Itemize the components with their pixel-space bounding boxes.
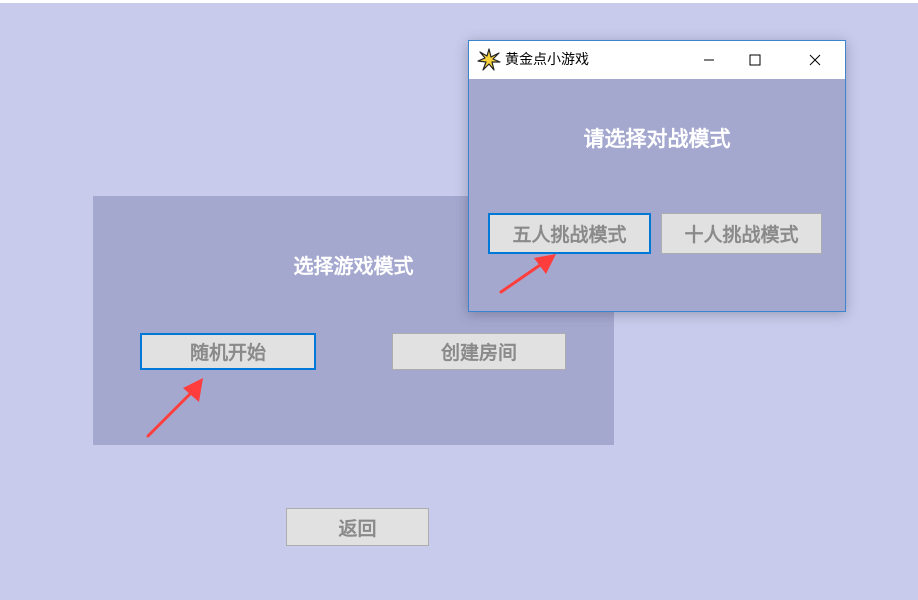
starburst-icon	[477, 48, 501, 71]
maximize-icon	[749, 54, 761, 66]
top-edge	[0, 0, 918, 3]
close-button[interactable]	[792, 41, 838, 79]
maximize-button[interactable]	[732, 41, 778, 79]
mode-select-window: 黄金点小游戏 请选择对战模式 五人挑战模式 十人挑战模式	[468, 40, 846, 312]
dialog-heading: 请选择对战模式	[583, 127, 731, 151]
minimize-icon	[704, 59, 714, 61]
back-button[interactable]: 返回	[286, 508, 429, 546]
random-start-button[interactable]: 随机开始	[140, 333, 316, 370]
window-titlebar[interactable]: 黄金点小游戏	[469, 41, 845, 79]
create-room-button[interactable]: 创建房间	[392, 333, 566, 370]
window-title: 黄金点小游戏	[505, 52, 589, 68]
five-player-mode-button[interactable]: 五人挑战模式	[488, 213, 651, 254]
close-icon	[809, 54, 821, 66]
ten-player-mode-button[interactable]: 十人挑战模式	[661, 213, 822, 254]
minimize-button[interactable]	[686, 41, 732, 79]
